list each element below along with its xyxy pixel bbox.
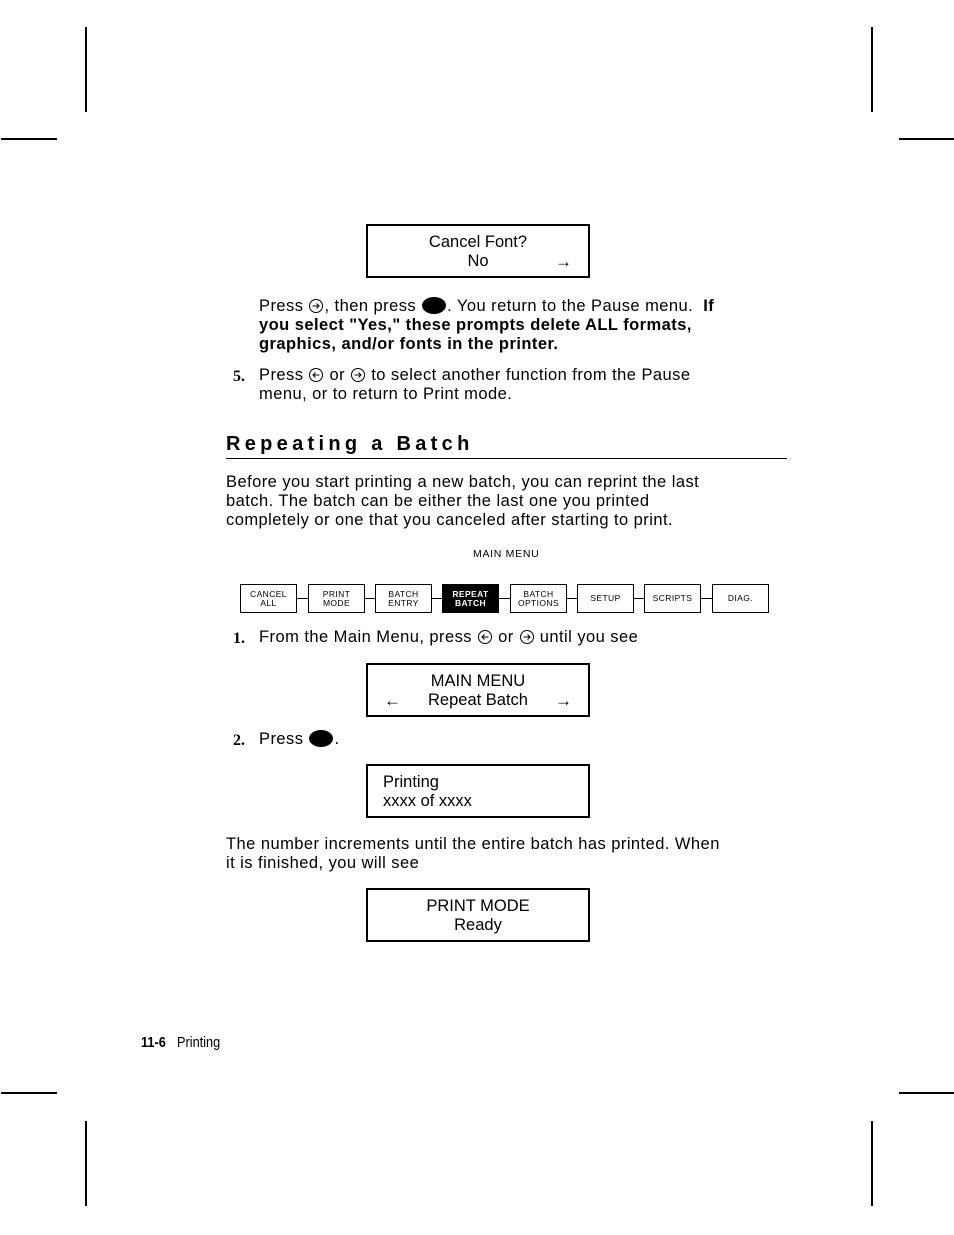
step4-line1: Press , then press . You return to the P… — [259, 297, 715, 315]
main-menu-caption: MAIN MENU — [473, 548, 540, 560]
crop-mark-top-right-vertical — [871, 27, 873, 112]
step5-number: 5. — [233, 368, 245, 385]
lcd-display-cancel-font: Cancel Font? No → — [366, 224, 590, 278]
step4-warning-line2: you select "Yes," these prompts delete A… — [259, 316, 692, 334]
intro-line-1: Before you start printing a new batch, y… — [226, 473, 700, 491]
menu-item-print-mode: PRINT MODE — [308, 584, 365, 613]
crop-mark-bottom-right-horizontal — [899, 1092, 954, 1094]
after-line-2: it is finished, you will see — [226, 854, 420, 872]
lcd-display-print-mode: PRINT MODE Ready — [366, 888, 590, 942]
menu-item-scripts: SCRIPTS — [644, 584, 701, 613]
heading-rule — [226, 458, 787, 459]
step1-line: From the Main Menu, press or until you s… — [259, 628, 639, 646]
crop-mark-bottom-left-horizontal — [1, 1092, 57, 1094]
crop-mark-top-left-horizontal — [1, 138, 57, 140]
crop-mark-bottom-left-vertical — [85, 1121, 87, 1206]
step1-number: 1. — [233, 630, 245, 647]
enter-key-icon — [422, 297, 447, 314]
crop-mark-top-right-horizontal — [899, 138, 954, 140]
left-arrow-key-icon — [478, 630, 493, 644]
menu-item-repeat-batch: REPEAT BATCH — [442, 584, 499, 613]
crop-mark-bottom-right-vertical — [871, 1121, 873, 1206]
step2-number: 2. — [233, 732, 245, 749]
step2-line: Press . — [259, 730, 340, 748]
section-label: Printing — [177, 1034, 221, 1051]
menu-item-cancel-all: CANCEL ALL — [240, 584, 297, 613]
right-arrow-icon: → — [555, 691, 572, 710]
right-arrow-key-icon — [309, 299, 324, 313]
left-arrow-icon: ← — [384, 691, 401, 710]
right-arrow-key-icon — [519, 630, 534, 644]
lcd-line-1: PRINT MODE — [426, 897, 530, 915]
intro-line-3: completely or one that you canceled afte… — [226, 511, 674, 529]
intro-line-2: batch. The batch can be either the last … — [226, 492, 650, 510]
lcd-line-1: MAIN MENU — [430, 672, 526, 690]
section-heading: Repeating a Batch — [226, 433, 474, 455]
lcd-line-2: Ready — [454, 916, 502, 934]
page-number: 11-6 — [141, 1034, 166, 1051]
after-line-1: The number increments until the entire b… — [226, 835, 720, 853]
step5-line2: menu, or to return to Print mode. — [259, 385, 513, 403]
main-menu-diagram: CANCEL ALL PRINT MODE BATCH ENTRY REPEAT… — [240, 584, 769, 613]
left-arrow-key-icon — [309, 368, 324, 382]
step4-warning-line3: graphics, and/or fonts in the printer. — [259, 335, 559, 353]
menu-item-batch-options: BATCH OPTIONS — [510, 584, 567, 613]
menu-item-batch-entry: BATCH ENTRY — [375, 584, 432, 613]
menu-item-diag: DIAG. — [712, 584, 769, 613]
lcd-line-1: Printing — [383, 773, 439, 791]
lcd-display-main-menu: MAIN MENU Repeat Batch ← → — [366, 663, 590, 717]
lcd-line-2: xxxx of xxxx — [383, 792, 472, 810]
right-arrow-key-icon — [351, 368, 366, 382]
enter-key-icon — [309, 730, 334, 747]
right-arrow-icon: → — [555, 252, 572, 271]
lcd-display-printing: Printing xxxx of xxxx — [366, 764, 590, 818]
step5-line1: Press or to select another function from… — [259, 366, 691, 384]
menu-item-setup: SETUP — [577, 584, 634, 613]
lcd-line-1: Cancel Font? — [428, 233, 528, 251]
crop-mark-top-left-vertical — [85, 27, 87, 112]
